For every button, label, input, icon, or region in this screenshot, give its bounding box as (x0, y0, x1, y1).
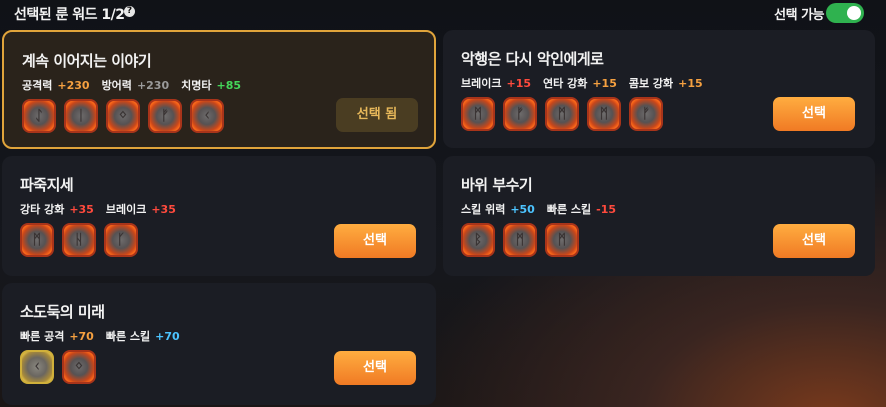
card-title: 악행은 다시 악인에게로 (461, 50, 604, 68)
rune-glyph: ᚲ (202, 108, 212, 124)
stat-label: 강타 강화 (20, 203, 65, 216)
stat-label: 연타 강화 (543, 77, 588, 90)
rune-stone-icon[interactable]: ᛜ (62, 350, 96, 384)
stat-label: 치명타 (181, 79, 212, 92)
rune-stone-icon[interactable]: ᛗ (587, 97, 621, 131)
stat-value: +50 (510, 203, 535, 216)
selectable-toggle[interactable] (826, 3, 864, 23)
stat-value: +85 (216, 79, 242, 92)
stat-item: 콤보 강화 +15 (629, 77, 703, 90)
rune-stone-icon[interactable]: ᛒ (461, 223, 495, 257)
page-title: 선택된 룬 워드 1/2 (14, 7, 125, 23)
rune-stone-icon[interactable]: ᚲ (20, 350, 54, 384)
rune-stone-icon[interactable]: ᛗ (20, 223, 54, 257)
rune-glyph: ᛗ (599, 106, 609, 122)
rune-glyph: ᚠ (641, 106, 651, 122)
stat-item: 방어력 +230 (102, 79, 170, 92)
rune-glyph: ᛗ (557, 232, 567, 248)
rune-word-card: 악행은 다시 악인에게로 브레이크 +15 연타 강화 +15 콤보 강화 +15 ᛗ ᚠ ᛗ… (443, 30, 875, 148)
rune-glyph: ᛗ (32, 232, 42, 248)
toggle-knob (847, 6, 861, 20)
rune-stone-icon[interactable]: ᛇ (22, 99, 56, 133)
rune-glyph: ᛒ (473, 232, 483, 248)
stat-list: 빠른 공격 +70 빠른 스킬 +70 (20, 328, 192, 344)
stat-label: 방어력 (101, 79, 132, 92)
rune-glyph: ᚴ (116, 232, 126, 248)
rune-word-card: 파죽지세 강타 강화 +35 브레이크 +35 ᛗ ᚺ ᚴ 선택 (2, 156, 436, 276)
stat-value: -15 (596, 203, 617, 216)
stat-item: 강타 강화 +35 (20, 203, 94, 216)
stat-label: 콤보 강화 (628, 77, 674, 90)
stat-list: 브레이크 +15 연타 강화 +15 콤보 강화 +15 (461, 75, 715, 91)
card-title: 계속 이어지는 이야기 (22, 52, 152, 70)
rune-glyph: ᛇ (34, 108, 44, 124)
select-button[interactable]: 선택 (773, 224, 855, 258)
rune-glyph: ᚠ (515, 106, 525, 122)
stat-item: 브레이크 +35 (106, 203, 176, 216)
rune-glyph: ᛗ (515, 232, 525, 248)
stat-item: 빠른 스킬 -15 (547, 203, 616, 216)
rune-glyph: ᛜ (74, 359, 84, 375)
rune-stone-icon[interactable]: ᛁ (64, 99, 98, 133)
stat-value: +70 (155, 330, 180, 343)
rune-glyph: ᛜ (118, 108, 128, 124)
rune-stone-icon[interactable]: ᛗ (545, 223, 579, 257)
rune-word-card: 소도둑의 미래 빠른 공격 +70 빠른 스킬 +70 ᚲ ᛜ 선택 (2, 283, 436, 405)
stat-value: +15 (506, 77, 532, 90)
stat-label: 빠른 공격 (20, 330, 65, 343)
rune-stone-icon[interactable]: ᚠ (503, 97, 537, 131)
stat-value: +15 (678, 77, 703, 90)
stat-label: 빠른 스킬 (546, 203, 592, 216)
stat-list: 스킬 위력 +50 빠른 스킬 -15 (461, 201, 628, 217)
rune-stone-icon[interactable]: ᚠ (629, 97, 663, 131)
rune-glyph: ᛗ (557, 106, 567, 122)
stat-item: 치명타 +85 (181, 79, 241, 92)
stat-label: 빠른 스킬 (105, 330, 151, 343)
card-title: 파죽지세 (20, 176, 74, 194)
rune-glyph: ᚠ (160, 108, 170, 124)
stat-value: +230 (57, 79, 90, 92)
rune-glyph: ᚲ (32, 359, 42, 375)
stat-item: 스킬 위력 +50 (461, 203, 535, 216)
rune-stone-icon[interactable]: ᛗ (545, 97, 579, 131)
rune-stone-icon[interactable]: ᛗ (503, 223, 537, 257)
selected-button[interactable]: 선택 됨 (336, 98, 418, 132)
select-button[interactable]: 선택 (773, 97, 855, 131)
stat-value: +230 (136, 79, 170, 92)
rune-glyph: ᚺ (74, 232, 84, 248)
stat-item: 브레이크 +15 (461, 77, 531, 90)
stat-label: 브레이크 (461, 77, 502, 90)
rune-stone-icon[interactable]: ᛜ (106, 99, 140, 133)
stat-list: 강타 강화 +35 브레이크 +35 (20, 201, 188, 217)
stat-item: 빠른 공격 +70 (20, 330, 94, 343)
header: 선택된 룬 워드 1/2 ? 선택 가능 (0, 0, 886, 26)
card-title: 소도둑의 미래 (20, 303, 105, 321)
stat-value: +35 (69, 203, 94, 216)
help-icon[interactable]: ? (124, 6, 135, 17)
stat-value: +15 (592, 77, 617, 90)
rune-word-card-selected: 계속 이어지는 이야기 공격력 +230 방어력 +230 치명타 +85 ᛇ ᛁ ᛜ ᚠ ᚲ 선… (2, 30, 436, 149)
stat-label: 스킬 위력 (461, 203, 506, 216)
stat-item: 공격력 +230 (22, 79, 90, 92)
rune-stone-icon[interactable]: ᚴ (104, 223, 138, 257)
stat-label: 공격력 (22, 79, 53, 92)
rune-glyph: ᛗ (473, 106, 483, 122)
card-title: 바위 부수기 (461, 176, 533, 194)
select-button[interactable]: 선택 (334, 224, 416, 258)
stat-label: 브레이크 (105, 203, 147, 216)
stat-item: 빠른 스킬 +70 (106, 330, 180, 343)
rune-stone-icon[interactable]: ᚠ (148, 99, 182, 133)
stat-item: 연타 강화 +15 (543, 77, 617, 90)
rune-glyph: ᛁ (76, 108, 86, 124)
rune-stone-icon[interactable]: ᛗ (461, 97, 495, 131)
stat-list: 공격력 +230 방어력 +230 치명타 +85 (22, 77, 253, 93)
rune-stone-icon[interactable]: ᚺ (62, 223, 96, 257)
rune-word-card: 바위 부수기 스킬 위력 +50 빠른 스킬 -15 ᛒ ᛗ ᛗ 선택 (443, 156, 875, 276)
stat-value: +35 (151, 203, 176, 216)
stat-value: +70 (69, 330, 94, 343)
select-button[interactable]: 선택 (334, 351, 416, 385)
toggle-label: 선택 가능 (774, 8, 824, 23)
rune-stone-icon[interactable]: ᚲ (190, 99, 224, 133)
